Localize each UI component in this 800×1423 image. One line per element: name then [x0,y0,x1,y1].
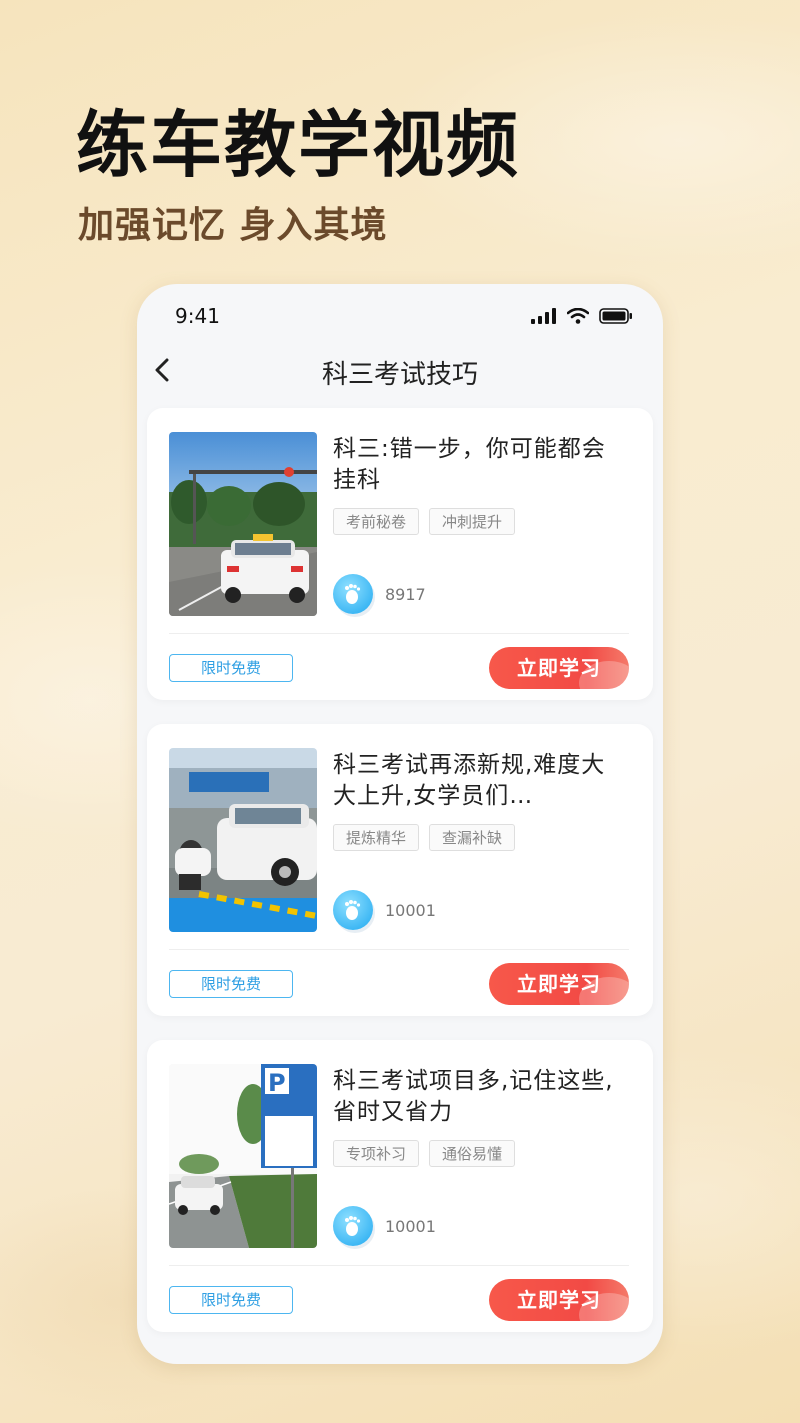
free-badge: 限时免费 [169,1286,293,1314]
hero-subtitle: 加强记忆 身入其境 [78,205,388,246]
view-stats: 8917 [333,574,426,614]
tag-list: 考前秘卷 冲刺提升 [333,508,516,535]
learn-now-button[interactable]: 立即学习 [489,1279,629,1321]
tag: 查漏补缺 [429,824,516,851]
hero-title: 练车教学视频 [76,103,521,187]
video-thumbnail[interactable] [169,432,317,616]
footprint-icon [333,890,373,930]
video-card[interactable]: P 科三考试项目多,记住这些,省时又省力 专项补习 通俗易懂 10001 限时免… [147,1040,653,1332]
view-count: 10001 [385,900,436,920]
tag-list: 提炼精华 查漏补缺 [333,824,516,851]
battery-icon [599,308,632,324]
tag: 考前秘卷 [333,508,420,535]
view-count: 8917 [385,584,426,604]
svg-text:P: P [268,1069,286,1097]
view-stats: 10001 [333,890,436,930]
video-card[interactable]: 科三考试再添新规,难度大大上升,女学员们… 提炼精华 查漏补缺 10001 限时… [147,724,653,1016]
video-thumbnail[interactable] [169,748,317,932]
nav-bar: 科三考试技巧 [137,348,663,392]
divider [169,633,629,634]
wifi-icon [567,308,589,324]
free-badge: 限时免费 [169,970,293,998]
video-thumbnail[interactable]: P [169,1064,317,1248]
tag: 专项补习 [333,1140,420,1167]
phone-mockup: 9:41 科三考试技巧 科三:错一步，你可能都会挂科 考前秘卷 冲刺提升 891… [137,284,663,1364]
tag: 通俗易懂 [429,1140,516,1167]
view-stats: 10001 [333,1206,436,1246]
view-count: 10001 [385,1216,436,1236]
footprint-icon [333,574,373,614]
footprint-icon [333,1206,373,1246]
free-badge: 限时免费 [169,654,293,682]
learn-now-button[interactable]: 立即学习 [489,963,629,1005]
video-title: 科三考试项目多,记住这些,省时又省力 [333,1068,614,1125]
video-card[interactable]: 科三:错一步，你可能都会挂科 考前秘卷 冲刺提升 8917 限时免费 立即学习 [147,408,653,700]
status-time: 9:41 [175,304,220,328]
tag-list: 专项补习 通俗易懂 [333,1140,516,1167]
tag: 提炼精华 [333,824,420,851]
video-title: 科三:错一步，你可能都会挂科 [333,436,606,493]
tag: 冲刺提升 [429,508,516,535]
signal-icon [531,308,556,324]
divider [169,1265,629,1266]
page-title: 科三考试技巧 [321,360,478,390]
learn-now-button[interactable]: 立即学习 [489,647,629,689]
status-bar: 9:41 [137,284,663,344]
status-icons [531,308,633,324]
divider [169,949,629,950]
video-title: 科三考试再添新规,难度大大上升,女学员们… [333,752,606,809]
